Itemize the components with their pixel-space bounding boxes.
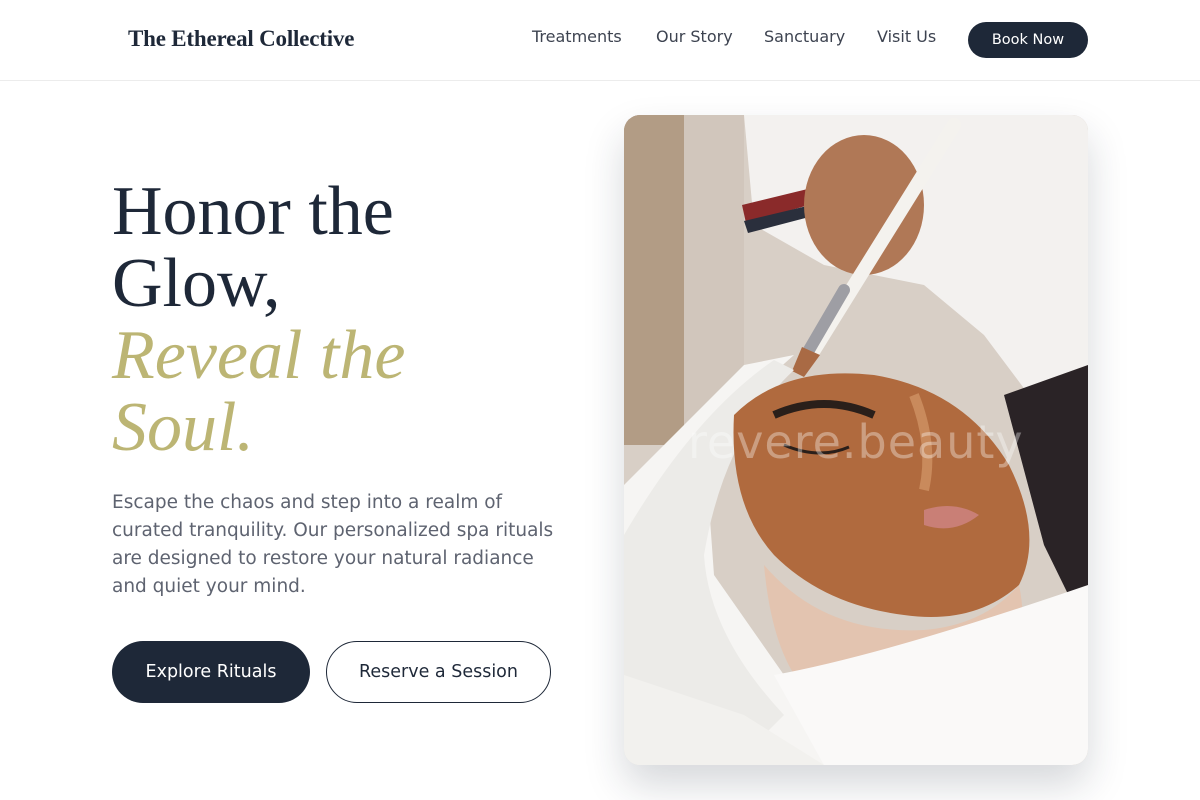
explore-rituals-button[interactable]: Explore Rituals <box>112 641 310 703</box>
nav-link-sanctuary[interactable]: Sanctuary <box>764 27 845 46</box>
site-logo[interactable]: The Ethereal Collective <box>128 26 354 52</box>
hero-title-line-1: Honor the <box>112 173 394 250</box>
hero-title-accent-line-2: Soul. <box>112 389 254 466</box>
site-header: The Ethereal Collective Treatments Our S… <box>0 0 1200 81</box>
nav-link-visit-us[interactable]: Visit Us <box>877 27 936 46</box>
hero-title-line-2: Glow, <box>112 245 281 322</box>
nav-link-treatments[interactable]: Treatments <box>532 27 622 46</box>
image-watermark: revere.beauty <box>688 415 1024 469</box>
hero-title-accent-line-1: Reveal the <box>112 317 406 394</box>
hero-description: Escape the chaos and step into a realm o… <box>112 492 554 597</box>
hero-image: revere.beauty <box>624 115 1088 765</box>
reserve-session-button[interactable]: Reserve a Session <box>326 641 551 703</box>
nav-link-our-story[interactable]: Our Story <box>656 27 733 46</box>
book-now-button[interactable]: Book Now <box>968 22 1088 58</box>
hero-title: Honor the Glow, Reveal the Soul. <box>112 176 582 464</box>
